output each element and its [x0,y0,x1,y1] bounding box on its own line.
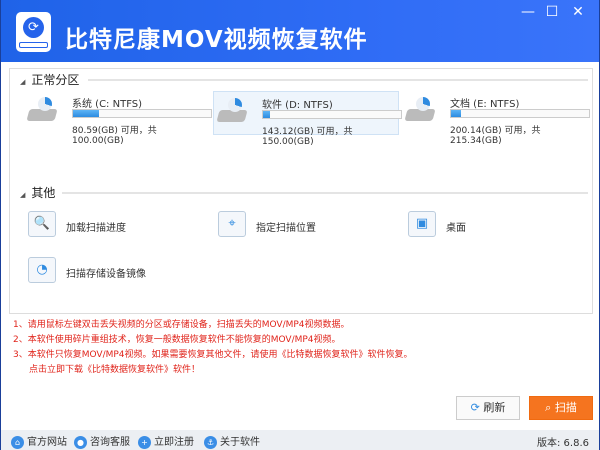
collapse-triangle-icon: ◢ [20,191,26,199]
usage-bar [262,110,402,119]
item-label: 指定扫描位置 [256,223,316,234]
drive-size: 143.12(GB) 可用，共 150.00(GB) [262,127,353,147]
collapse-triangle-icon: ◢ [20,78,26,86]
device-panel: ◢ 正常分区 系统 (C: NTFS) 80.59(GB) 可用，共 100.00… [9,68,593,314]
scan-disk-image[interactable]: ◔ 扫描存储设备镜像 [28,257,198,287]
section-label: 其他 [31,186,56,200]
divider [88,79,588,81]
add-user-icon: + [138,435,151,449]
drive-name: 系统 (C: NTFS) [72,99,143,110]
load-progress-icon: 🔍 [28,211,56,237]
usage-bar [72,109,212,118]
link-label: 关于软件 [220,437,260,448]
drive-d[interactable]: 软件 (D: NTFS) 143.12(GB) 可用，共 150.00(GB) [213,91,402,147]
scan-button[interactable]: ⌕ 扫描 [529,396,593,420]
drive-size: 80.59(GB) 可用，共 100.00(GB) [72,126,157,146]
maximize-button[interactable]: ☐ [541,4,563,20]
anchor-icon: ⚓ [204,435,217,449]
drive-name: 软件 (D: NTFS) [262,100,333,111]
link-label: 立即注册 [154,437,194,448]
about-link[interactable]: ⚓ 关于软件 [204,433,260,449]
hard-drive-icon [26,97,58,123]
desktop[interactable]: ▣ 桌面 [408,211,528,241]
section-normal-partitions[interactable]: ◢ 正常分区 [20,71,79,88]
register-link[interactable]: + 立即注册 [138,433,194,449]
section-label: 正常分区 [31,73,80,87]
folder-location-icon: ⌖ [218,211,246,237]
link-label: 官方网站 [27,437,67,448]
disk-image-icon: ◔ [28,257,56,283]
item-label: 桌面 [446,223,466,234]
version-label: 版本: 6.8.6 [537,438,589,449]
link-label: 咨询客服 [90,437,130,448]
title-bar: ⟳ 比特尼康MOV视频恢复软件 — ☐ ✕ [0,0,600,62]
specify-scan-location[interactable]: ⌖ 指定扫描位置 [218,211,368,241]
drive-size: 200.14(GB) 可用，共 215.34(GB) [450,126,541,146]
drive-e[interactable]: 文档 (E: NTFS) 200.14(GB) 可用，共 215.34(GB) [402,91,590,146]
footer: ⌂ 官方网站 ● 咨询客服 + 立即注册 ⚓ 关于软件 版本: 6.8.6 [0,430,600,450]
item-label: 扫描存储设备镜像 [66,269,146,280]
close-button[interactable]: ✕ [567,4,589,20]
button-label: 刷新 [483,401,506,414]
app-title: 比特尼康MOV视频恢复软件 [65,27,368,53]
button-label: 扫描 [554,401,577,414]
item-label: 加载扫描进度 [66,223,126,234]
section-other[interactable]: ◢ 其他 [20,184,55,201]
customer-service-link[interactable]: ● 咨询客服 [74,433,130,449]
refresh-icon: ⟳ [470,401,480,414]
download-link[interactable]: 点击立即下载《比特数据恢复软件》软件！ [13,363,413,378]
chat-icon: ● [74,435,87,449]
drive-name: 文档 (E: NTFS) [450,99,520,110]
usage-bar [450,109,590,118]
home-icon: ⌂ [11,435,24,449]
drive-c[interactable]: 系统 (C: NTFS) 80.59(GB) 可用，共 100.00(GB) [24,91,212,146]
divider [62,192,588,194]
hard-drive-icon [216,98,248,124]
official-website-link[interactable]: ⌂ 官方网站 [11,433,67,449]
load-scan-progress[interactable]: 🔍 加载扫描进度 [28,211,178,241]
refresh-button[interactable]: ⟳ 刷新 [456,396,520,420]
minimize-button[interactable]: — [517,4,539,20]
desktop-icon: ▣ [408,211,436,237]
note: 3、本软件只恢复MOV/MP4视频。如果需要恢复其他文件，请使用《比特数据恢复软… [13,350,413,360]
note: 1、请用鼠标左键双击丢失视频的分区或存储设备，扫描丢失的MOV/MP4视频数据。 [13,320,350,330]
hard-drive-icon [404,97,436,123]
search-icon: ⌕ [545,401,552,414]
note: 2、本软件使用碎片重组技术，恢复一般数据恢复软件不能恢复的MOV/MP4视频。 [13,335,341,345]
app-logo-icon: ⟳ [16,12,51,52]
main-area: ◢ 正常分区 系统 (C: NTFS) 80.59(GB) 可用，共 100.00… [0,62,600,430]
instructions: 1、请用鼠标左键双击丢失视频的分区或存储设备，扫描丢失的MOV/MP4视频数据。… [13,318,413,378]
